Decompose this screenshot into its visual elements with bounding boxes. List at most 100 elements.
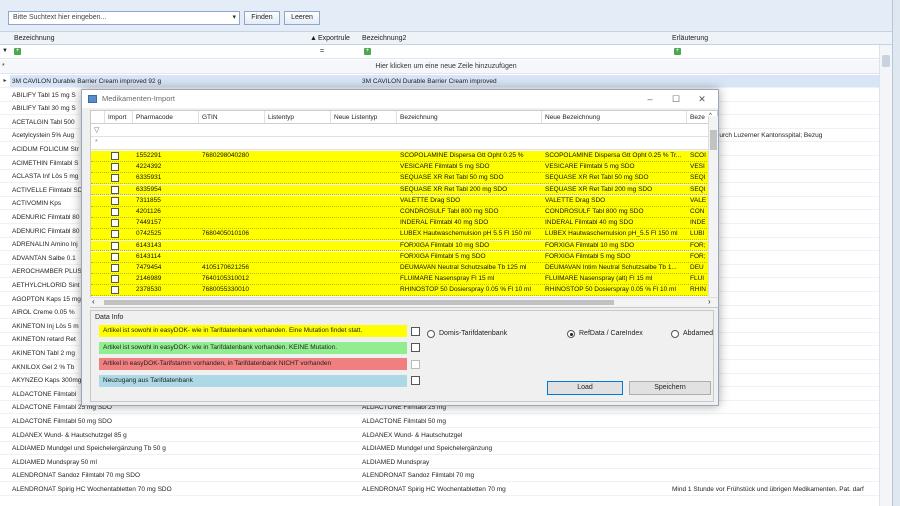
import-row[interactable]: 7311855 VALETTE Drag SDO VALETTE Drag SDO V… [91, 195, 717, 207]
cell-bezeichnung2: ALDANEX Wund- & Hautschutzgel [362, 431, 463, 439]
import-checkbox[interactable] [111, 196, 119, 205]
row-indicator [0, 252, 10, 265]
add-filter-icon[interactable]: + [364, 48, 371, 55]
row-indicator [0, 129, 10, 142]
scroll-thumb[interactable] [710, 130, 717, 150]
radio-domis[interactable] [427, 330, 435, 338]
row-indicator [0, 306, 10, 319]
cell-bezeichnung: ALDIAMED Mundgel und Speichelergänzung T… [12, 445, 166, 453]
import-row[interactable]: 7449157 INDERAL Filmtabl 40 mg SDO INDERAL… [91, 218, 717, 229]
table-row[interactable]: ALENDRONAT Sandoz Filmtabl 70 mg SDO ALEN… [0, 469, 892, 483]
row-indicator [0, 197, 10, 210]
import-checkbox[interactable] [111, 264, 119, 272]
radio-abdamed[interactable] [671, 330, 679, 338]
col-pharmacode[interactable]: Pharmacode [133, 111, 199, 124]
new-row-hint[interactable]: * Hier klicken um eine neue Zeile hinzuz… [0, 60, 892, 74]
table-row[interactable]: ALDANEX Wund- & Hautschutzgel 85 g ALDANE… [0, 429, 892, 442]
import-row[interactable]: 4201126 CONDROSULF Tabl 800 mg SDO CONDROS… [91, 207, 717, 218]
scroll-thumb[interactable] [882, 55, 890, 67]
col-exportrule[interactable]: Exportrule [318, 35, 350, 42]
table-horizontal-scrollbar[interactable]: ‹ › [90, 297, 718, 307]
import-checkbox[interactable] [111, 252, 119, 261]
cell-bezeichnung: ALDIAMED Mundspray 50 ml [12, 458, 97, 466]
filter-icon: ▼ [2, 48, 8, 54]
grid-vertical-scrollbar[interactable] [879, 45, 892, 506]
import-row[interactable]: 6335954 SEQUASE XR Ret Tabl 200 mg SDO SEQ… [91, 184, 717, 196]
col-erlaeuterung[interactable]: Erläuterung [672, 35, 708, 42]
col-neue-bezeichnung[interactable]: Neue Bezeichnung [542, 111, 687, 124]
scroll-right-icon[interactable]: › [708, 297, 711, 306]
import-checkbox[interactable] [111, 275, 119, 284]
table-row[interactable]: ALDACTONE Filmtabl 50 mg SDO ALDACTONE Fi… [0, 415, 892, 428]
col-import[interactable]: Import [105, 111, 133, 124]
minimize-icon[interactable]: – [638, 90, 662, 108]
maximize-icon[interactable]: ☐ [664, 90, 688, 108]
scroll-thumb[interactable] [104, 300, 614, 305]
legend-checkbox[interactable] [411, 376, 420, 385]
radio-abdamed-label: Abdamed [683, 330, 713, 337]
table-row[interactable]: ALDIAMED Mundgel und Speichelergänzung T… [0, 442, 892, 456]
legend-checkbox[interactable] [411, 326, 420, 336]
import-row[interactable]: 2378530 7680055330010 RHINOSTOP 50 Dosiers… [91, 285, 717, 297]
cell-bezeichnung: SEQUASE XR Ret Tabl 200 mg SDO [400, 185, 508, 193]
table-row[interactable]: ALENDRONAT Spirig HC Wochentabletten 70 … [0, 483, 892, 496]
cell-bezeichnung: ADRENALIN Amino Inj [12, 241, 78, 249]
import-row[interactable]: 1552291 7680298040280 SCOPOLAMINE Dispersa… [91, 151, 717, 162]
import-checkbox[interactable] [111, 286, 119, 295]
col-gtin[interactable]: GTIN [199, 111, 265, 124]
col-neue-listentyp[interactable]: Neue Listentyp [331, 111, 397, 124]
import-checkbox[interactable] [111, 185, 119, 194]
close-icon[interactable]: ✕ [690, 90, 714, 108]
table-row[interactable]: ▸ 3M CAVILON Durable Barrier Cream improv… [0, 75, 892, 88]
col-bezeichnung2[interactable]: Bezeichnung2 [362, 35, 406, 42]
import-checkbox[interactable] [111, 230, 119, 239]
col-listentyp[interactable]: Listentyp [265, 111, 331, 124]
filter-op-exportrule[interactable]: = [320, 48, 324, 55]
clear-button[interactable]: Leeren [284, 11, 320, 25]
radio-refdata-label: RefData / CareIndex [579, 330, 643, 337]
table-row[interactable]: ALDIAMED Mundspray 50 ml ALDIAMED Mundspr… [0, 456, 892, 469]
import-row[interactable]: 6335931 SEQUASE XR Ret Tabl 50 mg SDO SEQU… [91, 173, 717, 185]
col-bezeichnung[interactable]: Bezeichnung [397, 111, 542, 124]
dialog-titlebar[interactable]: Medikamenten-Import – ☐ ✕ [82, 90, 718, 108]
cell-neue-bezeichnung: RHINOSTOP 50 Dosierspray 0.05 % Fl 10 ml [545, 286, 676, 294]
radio-refdata[interactable] [567, 330, 575, 338]
col-bezeichnung[interactable]: Bezeichnung [14, 35, 54, 42]
import-row[interactable]: 6143114 FORXIGA Filmtabl 5 mg SDO FORXIGA … [91, 251, 717, 263]
import-row[interactable]: 6143143 FORXIGA Filmtabl 10 mg SDO FORXIGA… [91, 240, 717, 252]
row-indicator [0, 456, 10, 469]
row-indicator [0, 170, 10, 183]
load-button[interactable]: Load [547, 381, 623, 395]
find-button[interactable]: Finden [244, 11, 280, 25]
import-row[interactable]: 7479454 4105170621256 DEUMAVAN Neutral Sch… [91, 263, 717, 274]
cell-bezeichnung: ALENDRONAT Spirig HC Wochentabletten 70 … [12, 486, 172, 493]
row-indicator [0, 415, 10, 428]
filter-row[interactable]: ▽ [91, 124, 717, 137]
import-checkbox[interactable] [111, 219, 119, 228]
legend-item: Artikel in easyDOK-Tarifstamm vorhanden,… [99, 358, 407, 370]
add-filter-icon[interactable]: + [674, 48, 681, 55]
cell-bezeichnung: ADENURIC Filmtabl 80 [12, 214, 80, 221]
search-input[interactable]: Bitte Suchtext hier eingeben... ▾ [8, 11, 240, 25]
cell-bezeichnung: ABILIFY Tabl 15 mg S [12, 91, 76, 99]
cell-bezeichnung: AETHYLCHLORID Sint [12, 282, 80, 289]
row-indicator [0, 265, 10, 278]
new-row[interactable]: * [91, 137, 717, 150]
import-checkbox[interactable] [111, 163, 119, 172]
legend-checkbox[interactable] [411, 343, 420, 352]
right-panel-strip [892, 0, 900, 506]
save-button[interactable]: Speichern [629, 381, 711, 395]
import-row[interactable]: 4224392 VESICARE Filmtabl 5 mg SDO VESICAR… [91, 162, 717, 173]
import-row[interactable]: 2146989 7640105310012 FLUIMARE Nasenspray … [91, 274, 717, 285]
filter-row: ▼ + = + + [0, 45, 892, 59]
scroll-left-icon[interactable]: ‹ [92, 297, 95, 306]
import-checkbox[interactable] [111, 208, 119, 216]
chevron-down-icon[interactable]: ▾ [232, 13, 236, 21]
import-checkbox[interactable] [111, 152, 119, 160]
legend-checkbox[interactable] [411, 359, 420, 369]
import-checkbox[interactable] [111, 174, 119, 183]
import-checkbox[interactable] [111, 241, 119, 250]
import-row[interactable]: 0742525 7680405010106 LUBEX Hautwaschemuls… [91, 229, 717, 241]
table-vertical-scrollbar[interactable] [708, 116, 718, 297]
add-filter-icon[interactable]: + [14, 48, 21, 55]
